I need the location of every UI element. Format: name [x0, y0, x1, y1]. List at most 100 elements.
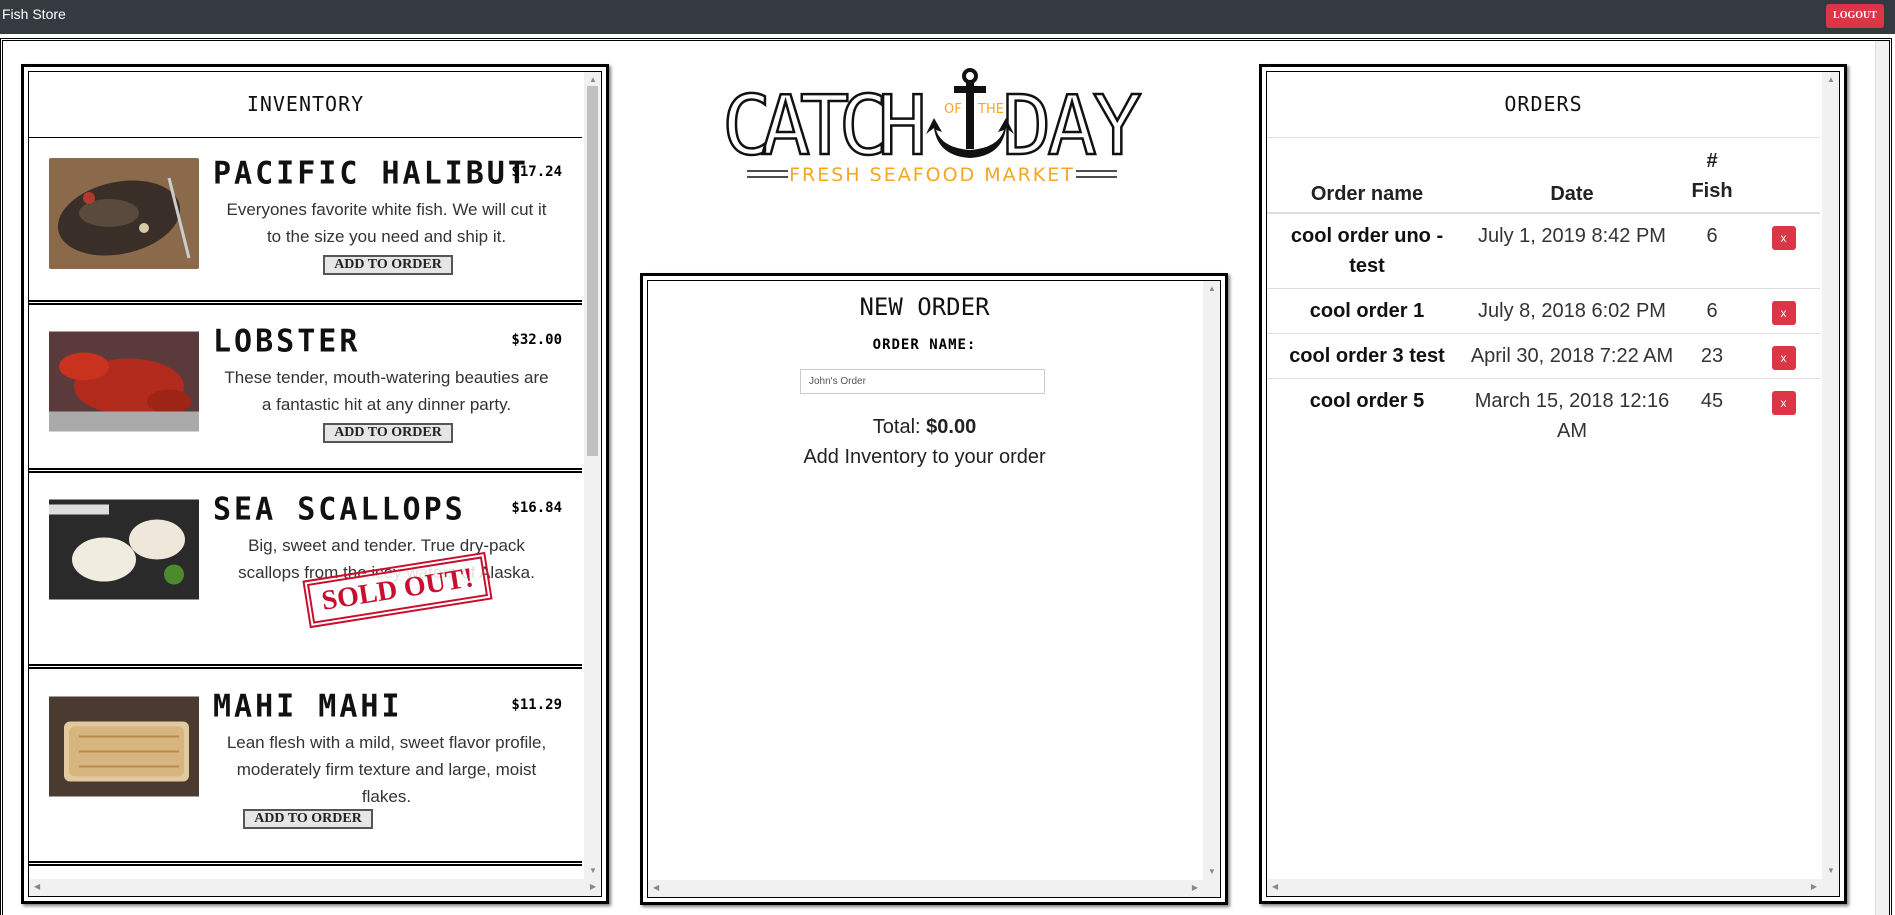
- scroll-up-arrow[interactable]: ▲: [589, 75, 597, 85]
- scroll-right-arrow[interactable]: ▶: [1192, 883, 1198, 893]
- header-date: Date: [1467, 140, 1677, 214]
- orders-vertical-scrollbar[interactable]: ▲ ▼: [1822, 72, 1839, 879]
- halibut-image: [49, 158, 199, 269]
- order-fish-cell: 6: [1677, 288, 1747, 334]
- order-name-cell: cool order 3 test: [1267, 333, 1467, 379]
- scroll-down-arrow[interactable]: ▼: [1208, 867, 1216, 877]
- new-order-horizontal-scrollbar[interactable]: ◀ ▶: [648, 880, 1220, 897]
- orders-panel: ORDERS Order name Date # Fish cool order…: [1259, 64, 1847, 904]
- add-to-order-button[interactable]: ADD TO ORDER: [323, 423, 453, 443]
- fish-description: Everyones favorite white fish. We will c…: [209, 196, 564, 250]
- scroll-down-arrow[interactable]: ▼: [1827, 866, 1835, 876]
- fish-price: $32.00: [511, 332, 562, 348]
- top-navbar: Fish Store LOGOUT: [0, 0, 1895, 34]
- logo-word-day: DAY: [1002, 79, 1142, 174]
- fish-item: LOBSTER $32.00 These tender, mouth-water…: [29, 306, 582, 473]
- scroll-left-arrow[interactable]: ◀: [34, 882, 40, 892]
- order-date-line: AM: [1557, 420, 1587, 442]
- table-row: cool order 3 test April 30, 2018 7:22 AM…: [1267, 333, 1820, 379]
- orders-table: Order name Date # Fish cool order uno - t…: [1267, 140, 1820, 453]
- order-date-line: March 15, 2018 12:16: [1474, 390, 1670, 412]
- fish-description: Lean flesh with a mild, sweet flavor pro…: [209, 729, 564, 810]
- order-date-line: July 1, 2019 8:42 PM: [1478, 225, 1666, 247]
- fish-name: SEA SCALLOPS: [213, 491, 466, 528]
- empty-order-message: Add Inventory to your order: [803, 446, 1046, 468]
- delete-order-button[interactable]: x: [1771, 301, 1796, 325]
- page-scrollbar[interactable]: [1875, 41, 1889, 915]
- fish-description: These tender, mouth-watering beauties ar…: [209, 364, 564, 418]
- orders-title-divider: [1267, 137, 1820, 138]
- scroll-down-arrow[interactable]: ▼: [589, 866, 597, 876]
- order-name-cell: cool order 1: [1267, 288, 1467, 334]
- fish-price: $17.24: [511, 164, 562, 180]
- order-actions-cell: x: [1747, 333, 1820, 379]
- scroll-left-arrow[interactable]: ◀: [1272, 882, 1278, 892]
- fish-desc-line: moderately firm texture and large, moist: [236, 760, 537, 779]
- inventory-panel: INVENTORY PACIFIC HALIBUT $17.24 Everyon…: [21, 64, 609, 904]
- fish-name: LOBSTER: [213, 323, 361, 360]
- logo-tagline: FRESH SEAFOOD MARKET: [789, 164, 1075, 186]
- header-actions: [1747, 140, 1820, 214]
- delete-order-button[interactable]: x: [1771, 391, 1796, 415]
- fish-price: $16.84: [511, 500, 562, 516]
- inventory-title: INVENTORY: [246, 92, 365, 116]
- header-fish-count: # Fish: [1677, 140, 1747, 214]
- add-to-order-button[interactable]: ADD TO ORDER: [323, 255, 453, 275]
- total-label: Total:: [872, 416, 921, 438]
- orders-scroll-area: ORDERS Order name Date # Fish cool order…: [1266, 71, 1840, 897]
- fish-desc-line: a fantastic hit at any dinner party.: [261, 395, 512, 414]
- order-name-line: cool order uno -: [1290, 225, 1444, 247]
- order-name-label: ORDER NAME:: [872, 337, 977, 353]
- order-name-line: test: [1349, 255, 1385, 277]
- delete-order-button[interactable]: x: [1771, 226, 1796, 250]
- scroll-right-arrow[interactable]: ▶: [590, 882, 596, 892]
- app-title[interactable]: Fish Store: [2, 6, 66, 22]
- order-actions-cell: x: [1747, 288, 1820, 334]
- new-order-title: NEW ORDER: [859, 293, 990, 321]
- inventory-vertical-scrollbar[interactable]: ▲ ▼: [584, 72, 601, 879]
- table-row: cool order 1 July 8, 2018 6:02 PM 6 x: [1267, 288, 1820, 334]
- order-fish-cell: 45: [1677, 378, 1747, 453]
- order-name-line: cool order 3 test: [1289, 345, 1445, 367]
- order-date-cell: July 8, 2018 6:02 PM: [1467, 288, 1677, 334]
- fish-item: SEA SCALLOPS $16.84 Big, sweet and tende…: [29, 474, 582, 669]
- header-order-name: Order name: [1267, 140, 1467, 214]
- fish-price: $11.29: [511, 697, 562, 713]
- scallops-image: [49, 499, 199, 600]
- add-to-order-button[interactable]: ADD TO ORDER: [243, 809, 373, 829]
- lobster-image: [49, 331, 199, 432]
- order-name-cell: cool order 5: [1267, 378, 1467, 453]
- logo-the: THE: [977, 102, 1004, 117]
- order-actions-cell: x: [1747, 378, 1820, 453]
- orders-horizontal-scrollbar[interactable]: ◀ ▶: [1267, 879, 1839, 896]
- inventory-horizontal-scrollbar[interactable]: ◀ ▶: [29, 879, 601, 896]
- fish-desc-line: Big, sweet and tender. True dry-pack: [248, 536, 525, 555]
- fish-desc-line: Everyones favorite white fish. We will c…: [226, 200, 547, 219]
- order-name-input[interactable]: John's Order: [800, 369, 1045, 394]
- logo-word-catch: CATCH: [722, 79, 927, 174]
- inventory-scroll-area: INVENTORY PACIFIC HALIBUT $17.24 Everyon…: [28, 71, 602, 897]
- order-date-cell: July 1, 2019 8:42 PM: [1467, 212, 1677, 289]
- total-value: $0.00: [926, 416, 977, 438]
- order-name-line: cool order 1: [1309, 300, 1425, 322]
- new-order-panel: NEW ORDER ORDER NAME: John's Order Total…: [640, 273, 1228, 905]
- scroll-left-arrow[interactable]: ◀: [653, 883, 659, 893]
- fish-name: PACIFIC HALIBUT: [213, 155, 529, 192]
- orders-title: ORDERS: [1504, 92, 1583, 116]
- logout-button[interactable]: LOGOUT: [1826, 4, 1884, 28]
- fish-desc-line: flakes.: [361, 787, 412, 806]
- table-row: cool order 5 March 15, 2018 12:16 AM 45 x: [1267, 378, 1820, 453]
- fish-item: MAHI MAHI $11.29 Lean flesh with a mild,…: [29, 671, 582, 866]
- scroll-right-arrow[interactable]: ▶: [1811, 882, 1817, 892]
- fish-desc-line: Lean flesh with a mild, sweet flavor pro…: [226, 733, 547, 752]
- fish-desc-line: These tender, mouth-watering beauties ar…: [224, 368, 549, 387]
- fish-desc-line: to the size you need and ship it.: [266, 227, 507, 246]
- order-date-line: April 30, 2018 7:22 AM: [1470, 345, 1674, 367]
- scroll-thumb[interactable]: [587, 86, 598, 456]
- delete-order-button[interactable]: x: [1771, 346, 1796, 370]
- order-fish-cell: 23: [1677, 333, 1747, 379]
- new-order-vertical-scrollbar[interactable]: ▲ ▼: [1203, 281, 1220, 880]
- scroll-up-arrow[interactable]: ▲: [1208, 284, 1216, 294]
- order-fish-cell: 6: [1677, 212, 1747, 289]
- scroll-up-arrow[interactable]: ▲: [1827, 75, 1835, 85]
